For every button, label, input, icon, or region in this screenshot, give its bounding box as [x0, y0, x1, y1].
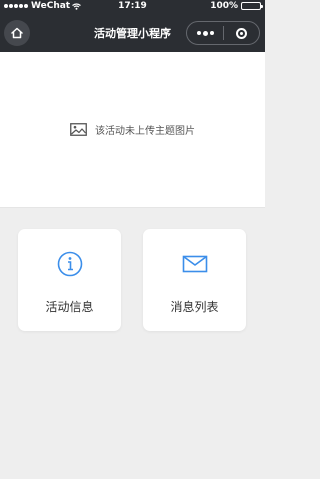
status-bar: WeChat 17:19 100%	[0, 0, 265, 14]
close-button[interactable]	[224, 22, 259, 44]
close-icon	[236, 27, 247, 39]
navigation-bar: 活动管理小程序	[0, 14, 265, 52]
message-list-card[interactable]: 消息列表	[143, 229, 246, 331]
info-icon	[57, 251, 82, 277]
mail-icon	[182, 255, 207, 273]
battery-icon	[241, 2, 263, 10]
image-icon	[70, 123, 87, 136]
battery-status: 100%	[210, 1, 263, 11]
more-icon	[196, 30, 214, 36]
activity-info-card[interactable]: 活动信息	[18, 229, 121, 331]
theme-image-placeholder: 该活动未上传主题图片	[0, 52, 265, 208]
battery-percentage: 100%	[210, 1, 238, 11]
placeholder-text: 该活动未上传主题图片	[95, 126, 195, 137]
capsule-menu	[186, 21, 260, 45]
more-button[interactable]	[187, 22, 223, 44]
activity-info-label: 活动信息	[45, 300, 94, 314]
message-list-label: 消息列表	[170, 300, 219, 314]
